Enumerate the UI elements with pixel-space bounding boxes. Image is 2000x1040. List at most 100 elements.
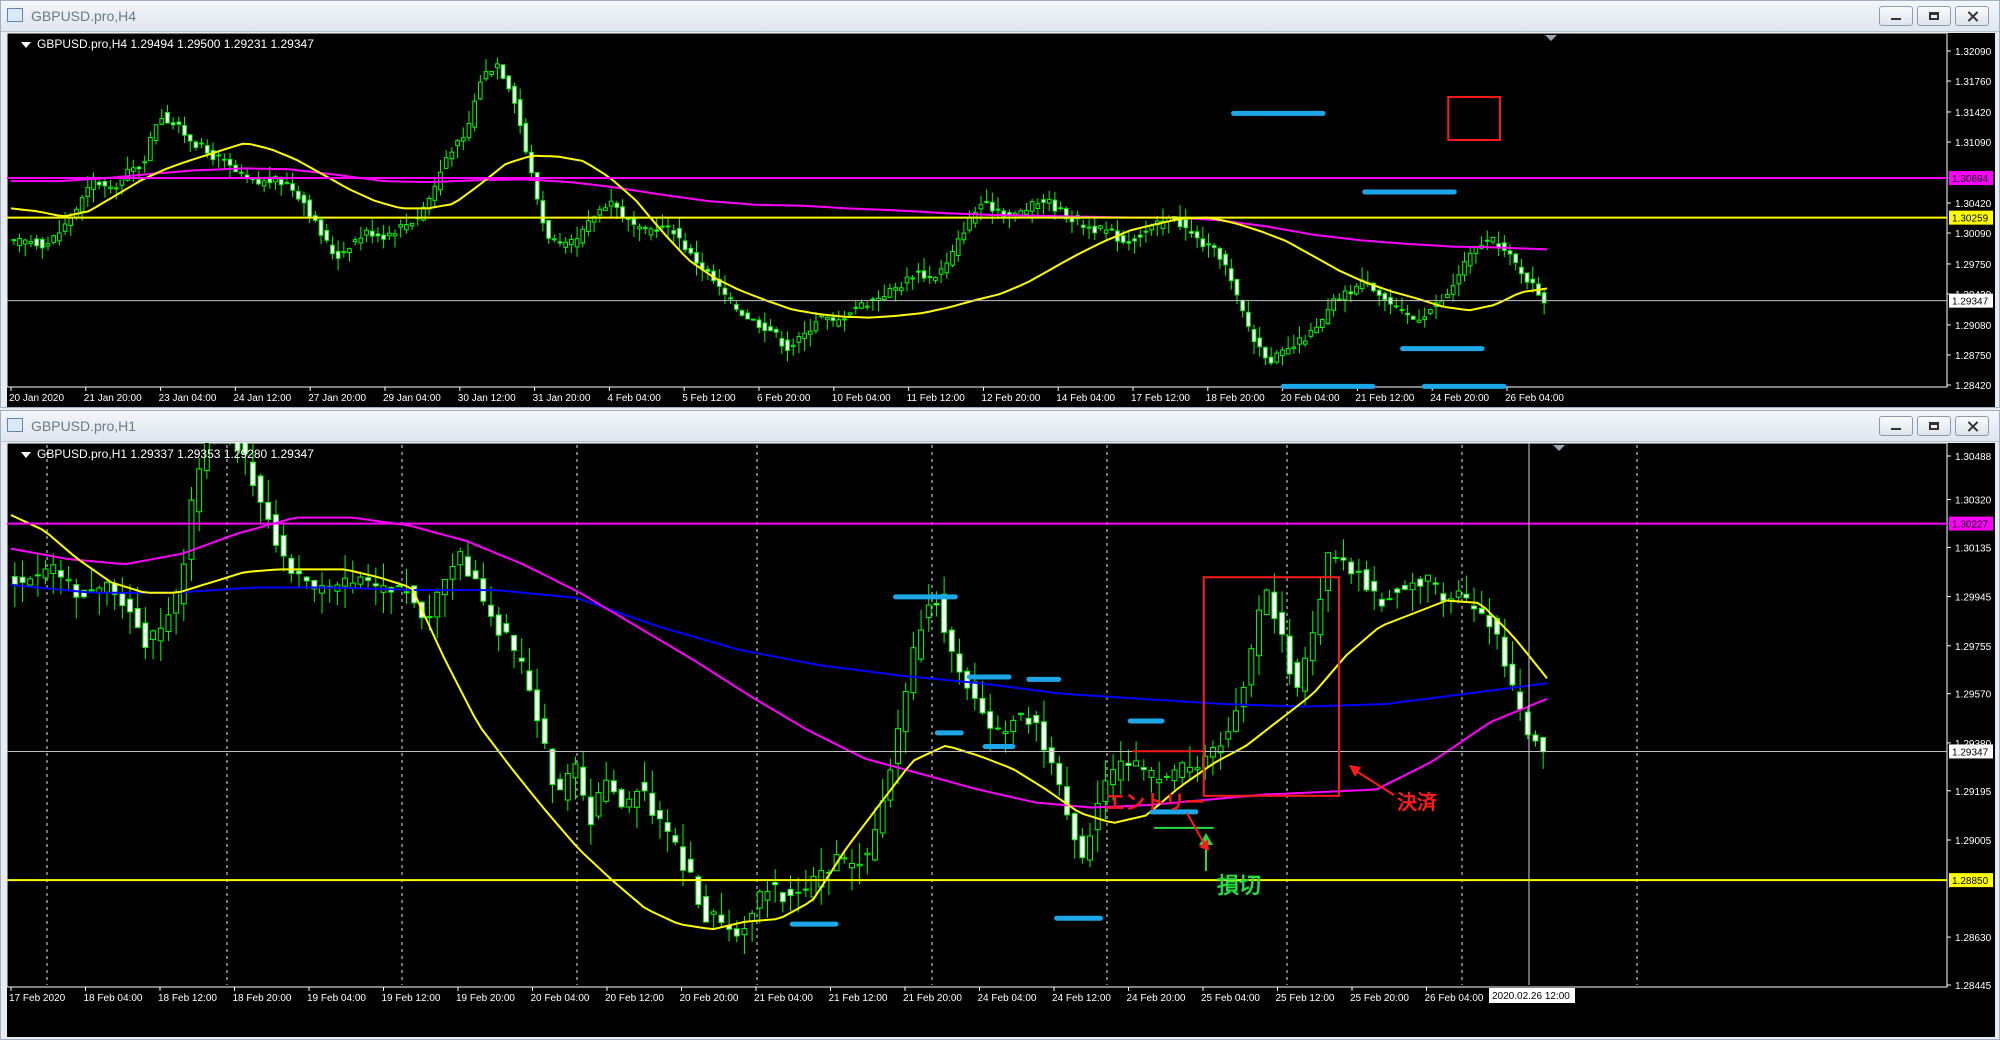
price-axis-label: 1.29570	[1955, 690, 1992, 701]
bear-candle	[204, 145, 210, 154]
bear-candle	[1271, 591, 1278, 620]
time-axis-label: 26 Feb 04:00	[1425, 993, 1484, 1004]
bull-candle	[887, 287, 893, 298]
bear-candle	[703, 896, 709, 923]
bear-candle	[1286, 635, 1293, 675]
bear-candle	[119, 592, 126, 607]
plot-frame	[7, 33, 1948, 388]
time-axis-label: 24 Feb 20:00	[1127, 993, 1186, 1004]
h1-chart-area[interactable]: 1.30227 1.28850 1.29347 1.30488 1.30320 1.301…	[7, 443, 1995, 1037]
bear-candle	[1501, 636, 1508, 667]
bear-candle	[512, 85, 517, 104]
bear-candle	[134, 608, 141, 628]
entry-arrow-shaft	[1186, 812, 1206, 846]
bear-candle	[580, 766, 587, 796]
bear-candle	[39, 238, 45, 249]
bull-candle	[28, 240, 34, 244]
chart-shift-marker	[1553, 445, 1565, 451]
bear-candle	[330, 244, 335, 255]
bear-candle	[830, 317, 836, 321]
bear-candle	[772, 881, 779, 886]
maximize-button[interactable]	[1917, 416, 1951, 436]
bull-candle	[879, 800, 886, 834]
bull-candle	[633, 791, 640, 808]
chart-window-icon	[7, 8, 23, 22]
bear-candle	[1382, 292, 1388, 300]
bull-candle	[157, 627, 164, 642]
bull-candle	[1017, 712, 1024, 715]
h4-titlebar[interactable]: GBPUSD.pro,H4	[1, 1, 1999, 32]
close-label: 決済	[1397, 790, 1438, 814]
h4-chart-window[interactable]: GBPUSD.pro,H4 1.30694 1.30259 1.29347 1.320…	[0, 0, 2000, 408]
price-axis-label: 1.30320	[1955, 496, 1992, 507]
bear-candle	[660, 225, 665, 228]
bear-candle	[1524, 272, 1530, 283]
bull-candle	[1010, 719, 1017, 732]
bear-candle	[170, 122, 176, 126]
bull-candle	[398, 224, 404, 228]
bull-candle	[1332, 556, 1339, 559]
time-axis-label: 27 Jan 20:00	[308, 393, 366, 404]
dropdown-triangle-icon[interactable]	[21, 41, 31, 48]
bear-candle	[1041, 199, 1046, 203]
bull-candle	[1058, 207, 1063, 210]
bear-candle	[193, 141, 199, 148]
h4-chart-canvas[interactable]: 1.306941.302591.293471.320901.317601.314…	[7, 33, 1995, 407]
bear-candle	[785, 339, 790, 351]
maximize-button[interactable]	[1917, 6, 1951, 26]
bull-candle	[153, 124, 159, 141]
bull-candle	[1455, 590, 1462, 598]
bear-candle	[1486, 615, 1493, 628]
bear-candle	[303, 576, 310, 582]
bear-candle	[987, 711, 994, 729]
bull-candle	[580, 228, 586, 244]
bear-candle	[1137, 234, 1143, 238]
bull-candle	[449, 565, 456, 580]
h1-titlebar[interactable]: GBPUSD.pro,H1	[1, 411, 1999, 442]
bear-candle	[199, 142, 204, 145]
bull-candle	[222, 158, 227, 161]
minimize-button[interactable]	[1879, 6, 1913, 26]
bull-candle	[42, 568, 49, 579]
h1-symbol-info: GBPUSD.pro,H1 1.29337 1.29353 1.29280 1.…	[21, 447, 314, 461]
bull-candle	[895, 728, 901, 764]
bear-candle	[127, 598, 133, 613]
bear-candle	[19, 576, 26, 583]
bull-candle	[994, 727, 1001, 730]
ma-magenta-line	[11, 167, 1548, 251]
bull-candle	[1280, 349, 1285, 357]
bull-candle	[790, 344, 796, 348]
bull-candle	[449, 151, 455, 160]
time-axis-label: 21 Feb 20:00	[903, 993, 962, 1004]
price-axis-label: 1.29005	[1955, 836, 1992, 847]
bull-candle	[1325, 309, 1331, 324]
bear-candle	[1340, 557, 1347, 561]
bull-candle	[1450, 285, 1456, 295]
h1-chart-canvas[interactable]: 1.302271.288501.293471.304881.303201.301…	[7, 443, 1995, 1037]
bull-candle	[1233, 710, 1239, 732]
bear-candle	[239, 171, 244, 174]
price-axis-label: 1.30135	[1955, 543, 1992, 554]
bear-candle	[1394, 588, 1401, 593]
plot-frame	[7, 443, 1948, 988]
bear-candle	[1378, 598, 1385, 607]
bull-candle	[893, 287, 898, 291]
dropdown-triangle-icon[interactable]	[21, 451, 31, 458]
bear-candle	[1440, 593, 1447, 602]
bear-candle	[295, 190, 301, 200]
bull-candle	[597, 208, 603, 216]
h1-chart-window[interactable]: GBPUSD.pro,H1 1.30227 1.28850 1.29347 1.304…	[0, 410, 2000, 1040]
bear-candle	[995, 208, 1001, 211]
bull-candle	[1399, 309, 1405, 312]
h4-chart-area[interactable]: 1.30694 1.30259 1.29347 1.32090 1.31760 1.314…	[7, 33, 1995, 407]
bear-candle	[187, 134, 193, 142]
bull-candle	[108, 186, 113, 189]
bear-candle	[649, 792, 656, 816]
bull-candle	[261, 180, 267, 187]
bear-candle	[1132, 238, 1137, 242]
close-button[interactable]	[1955, 6, 1989, 26]
close-button[interactable]	[1955, 416, 1989, 436]
bear-candle	[324, 229, 330, 241]
minimize-button[interactable]	[1879, 416, 1913, 436]
bear-candle	[551, 238, 557, 241]
